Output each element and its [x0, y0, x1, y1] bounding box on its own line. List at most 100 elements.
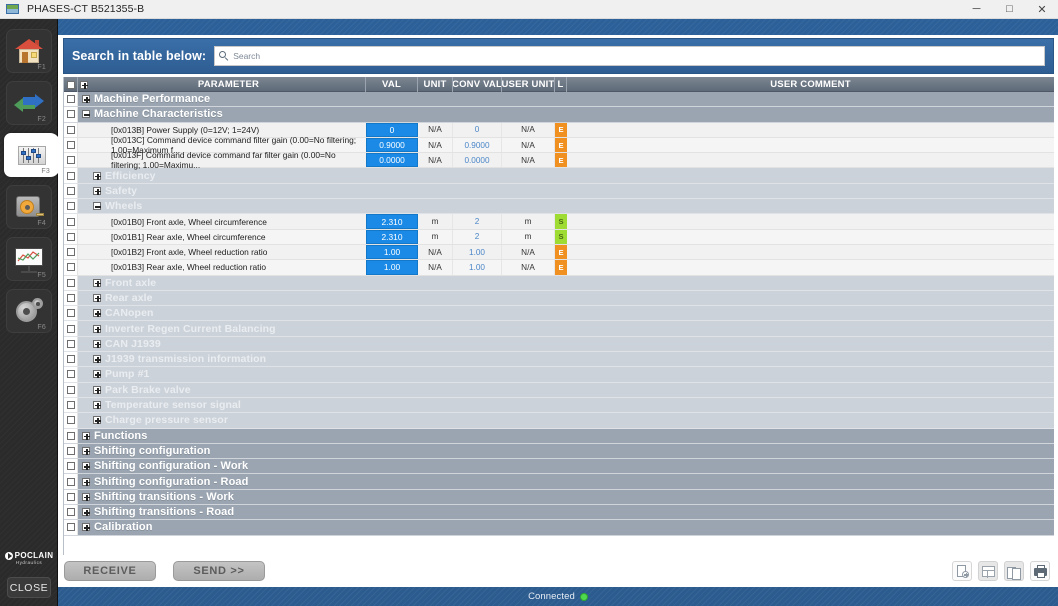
row-checkbox-cell[interactable]: [64, 199, 78, 214]
row-checkbox[interactable]: [66, 477, 75, 486]
minimize-button[interactable]: ─: [960, 0, 993, 19]
user-unit-cell[interactable]: N/A: [502, 122, 555, 137]
group-row-sub[interactable]: Safety: [64, 183, 1054, 200]
user-comment-cell[interactable]: [567, 245, 1054, 259]
row-checkbox[interactable]: [66, 523, 75, 532]
select-all-checkbox[interactable]: [66, 80, 75, 89]
user-unit-cell[interactable]: N/A: [502, 244, 555, 260]
group-row-top[interactable]: Shifting configuration: [64, 443, 1054, 460]
expand-icon[interactable]: [93, 186, 101, 195]
row-checkbox[interactable]: [66, 278, 75, 287]
table-row[interactable]: [0x01B3] Rear axle, Wheel reduction rati…: [64, 260, 1054, 276]
group-row-sub[interactable]: CAN J1939: [64, 336, 1054, 353]
row-checkbox[interactable]: [66, 202, 75, 211]
expand-icon[interactable]: [93, 294, 101, 302]
send-button[interactable]: SEND >>: [173, 561, 265, 581]
row-checkbox[interactable]: [66, 217, 75, 226]
value-cell[interactable]: 2.310: [366, 229, 418, 244]
row-checkbox-cell[interactable]: [64, 505, 78, 520]
row-checkbox-cell[interactable]: [64, 474, 78, 489]
group-row-top[interactable]: Machine Characteristics: [64, 107, 1054, 123]
row-checkbox-cell[interactable]: [64, 168, 78, 183]
row-checkbox[interactable]: [66, 110, 75, 119]
expand-icon[interactable]: [93, 355, 101, 364]
expand-icon[interactable]: [93, 416, 101, 425]
expand-icon[interactable]: [93, 171, 101, 180]
value-cell[interactable]: 1.00: [366, 260, 418, 275]
parameter-cell[interactable]: Shifting transitions - Road: [78, 505, 366, 519]
group-row-top[interactable]: Machine Performance: [64, 92, 1054, 108]
expand-icon[interactable]: [82, 95, 90, 104]
parameter-cell[interactable]: Machine Performance: [78, 92, 366, 106]
row-checkbox[interactable]: [66, 446, 75, 455]
row-checkbox[interactable]: [66, 508, 75, 517]
parameter-cell[interactable]: [0x01B2] Front axle, Wheel reduction rat…: [78, 245, 366, 259]
parameter-cell[interactable]: [0x01B1] Rear axle, Wheel circumference: [78, 230, 366, 244]
row-checkbox[interactable]: [66, 355, 75, 364]
table-row[interactable]: [0x013F] Command device command far filt…: [64, 150, 1054, 170]
row-checkbox-cell[interactable]: [64, 459, 78, 474]
row-checkbox-cell[interactable]: [64, 229, 78, 244]
expand-icon[interactable]: [93, 401, 101, 410]
sidebar-item-settings[interactable]: F6: [6, 289, 52, 333]
parameter-cell[interactable]: Front axle: [78, 276, 366, 290]
user-unit-cell[interactable]: m: [502, 229, 555, 244]
parameter-cell[interactable]: Wheels: [78, 199, 366, 213]
user-unit-cell[interactable]: N/A: [502, 260, 555, 275]
expand-icon[interactable]: [93, 339, 101, 348]
row-checkbox-cell[interactable]: [64, 306, 78, 321]
row-checkbox[interactable]: [66, 294, 75, 302]
row-checkbox[interactable]: [66, 171, 75, 180]
sidebar-item-parameters[interactable]: F3: [4, 133, 60, 177]
expand-icon[interactable]: [93, 278, 101, 287]
th-val[interactable]: VAL: [366, 77, 418, 92]
expand-icon[interactable]: [82, 446, 90, 455]
th-user-unit[interactable]: USER UNIT: [502, 77, 555, 92]
new-document-button[interactable]: [952, 561, 972, 581]
copy-button[interactable]: [1004, 561, 1024, 581]
row-checkbox-cell[interactable]: [64, 489, 78, 505]
parameter-cell[interactable]: CAN J1939: [78, 337, 366, 351]
th-l[interactable]: L: [555, 77, 567, 92]
group-row-sub[interactable]: Efficiency: [64, 168, 1054, 184]
th-parameter[interactable]: PARAMETER: [78, 77, 366, 92]
row-checkbox-cell[interactable]: [64, 183, 78, 199]
expand-all-icon[interactable]: [80, 80, 88, 89]
expand-icon[interactable]: [82, 523, 90, 532]
user-comment-cell[interactable]: [567, 260, 1054, 274]
row-checkbox[interactable]: [66, 431, 75, 440]
group-row-sub[interactable]: Wheels: [64, 199, 1054, 215]
user-comment-cell[interactable]: [567, 123, 1054, 137]
parameter-cell[interactable]: [0x013F] Command device command far filt…: [78, 150, 366, 170]
expand-icon[interactable]: [93, 309, 101, 318]
row-checkbox-cell[interactable]: [64, 153, 78, 168]
expand-icon[interactable]: [82, 477, 90, 486]
th-select-all[interactable]: [64, 77, 78, 92]
row-checkbox-cell[interactable]: [64, 214, 78, 229]
expand-icon[interactable]: [93, 324, 101, 333]
group-row-top[interactable]: Shifting transitions - Work: [64, 489, 1054, 506]
group-row-sub[interactable]: Pump #1: [64, 367, 1054, 383]
parameter-cell[interactable]: Inverter Regen Current Balancing: [78, 321, 366, 335]
user-comment-cell[interactable]: [567, 230, 1054, 244]
row-checkbox-cell[interactable]: [64, 336, 78, 352]
user-comment-cell[interactable]: [567, 214, 1054, 228]
value-cell[interactable]: 1.00: [366, 244, 418, 260]
parameter-cell[interactable]: Shifting transitions - Work: [78, 490, 366, 504]
group-row-top[interactable]: Functions: [64, 428, 1054, 444]
value-cell[interactable]: 2.310: [366, 214, 418, 229]
collapse-icon[interactable]: [82, 110, 90, 119]
row-checkbox[interactable]: [66, 339, 75, 348]
group-row-sub[interactable]: Rear axle: [64, 290, 1054, 307]
th-user-comment[interactable]: USER COMMENT: [567, 77, 1054, 92]
row-checkbox[interactable]: [66, 370, 75, 379]
expand-icon[interactable]: [82, 431, 90, 440]
parameter-cell[interactable]: Functions: [78, 429, 366, 443]
group-row-sub[interactable]: CANopen: [64, 306, 1054, 322]
row-checkbox[interactable]: [66, 309, 75, 318]
th-unit[interactable]: UNIT: [418, 77, 453, 92]
close-window-button[interactable]: ✕: [1026, 0, 1058, 19]
parameter-cell[interactable]: Calibration: [78, 520, 366, 534]
row-checkbox-cell[interactable]: [64, 107, 78, 122]
group-row-sub[interactable]: J1939 transmission information: [64, 352, 1054, 368]
